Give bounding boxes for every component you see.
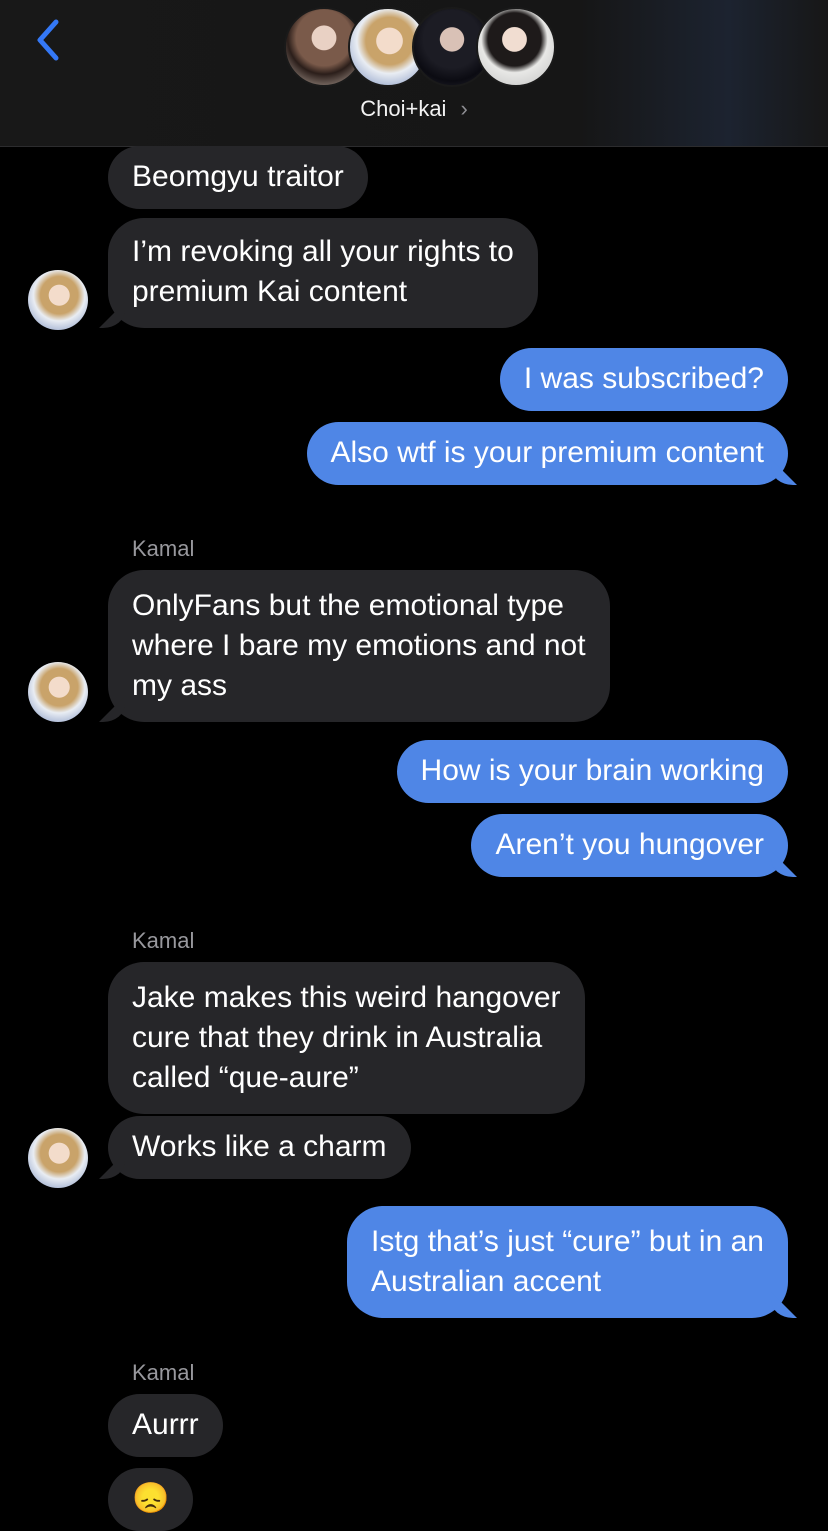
chevron-right-icon: › xyxy=(460,96,468,121)
group-name-label: Choi+kai xyxy=(360,96,447,121)
message-text: Also wtf is your premium content xyxy=(330,436,765,469)
message-bubble-sent[interactable]: Aren’t you hungover xyxy=(471,814,788,877)
message-bubble-sent[interactable]: Also wtf is your premium content xyxy=(306,422,788,485)
back-button[interactable] xyxy=(26,18,70,62)
avatar[interactable] xyxy=(28,270,88,330)
avatar[interactable] xyxy=(28,662,88,722)
message-bubble-received[interactable]: Jake makes this weird hangover cure that… xyxy=(108,962,585,1114)
message-bubble-received[interactable]: Beomgyu traitor xyxy=(108,146,368,209)
message-bubble-received[interactable]: 😞 xyxy=(108,1468,194,1531)
message-text-line: cure that they drink in Australia xyxy=(132,1021,543,1054)
message-text-line: premium Kai content xyxy=(132,275,408,308)
message-bubble-received[interactable]: Aurrr xyxy=(108,1394,223,1457)
message-text-line: my ass xyxy=(132,669,228,702)
message-text: Aren’t you hungover xyxy=(495,828,764,861)
group-avatars[interactable] xyxy=(284,7,556,89)
group-name[interactable]: Choi+kai › xyxy=(0,96,828,122)
message-bubble-received[interactable]: OnlyFans but the emotional type where I … xyxy=(108,570,610,722)
message-text: Beomgyu traitor xyxy=(132,160,344,193)
message-text: Aurrr xyxy=(132,1408,199,1441)
avatar[interactable] xyxy=(28,1128,88,1188)
message-text-line: Istg that’s just “cure” but in an xyxy=(371,1225,764,1258)
message-bubble-received[interactable]: Works like a charm xyxy=(108,1116,411,1179)
message-bubble-sent[interactable]: I was subscribed? xyxy=(499,348,788,411)
message-bubble-received[interactable]: I’m revoking all your rights to premium … xyxy=(108,218,538,328)
message-text-line: called “que-aure” xyxy=(132,1061,359,1094)
conversation-header: Choi+kai › xyxy=(0,0,828,147)
message-text: Works like a charm xyxy=(132,1130,387,1163)
message-text-line: Jake makes this weird hangover xyxy=(132,981,561,1014)
message-text-line: I’m revoking all your rights to xyxy=(132,235,514,268)
message-bubble-sent[interactable]: How is your brain working xyxy=(396,740,788,803)
message-text-line: Australian accent xyxy=(371,1265,602,1298)
sender-name: Kamal xyxy=(132,928,195,953)
sender-name: Kamal xyxy=(132,1360,195,1385)
message-bubble-sent[interactable]: Istg that’s just “cure” but in an Austra… xyxy=(347,1206,788,1318)
message-text: 😞 xyxy=(132,1482,170,1515)
chevron-left-icon xyxy=(37,19,59,61)
sender-name: Kamal xyxy=(132,536,195,561)
message-text: How is your brain working xyxy=(420,754,764,787)
message-text-line: OnlyFans but the emotional type xyxy=(132,589,564,622)
avatar xyxy=(476,7,556,87)
message-text-line: where I bare my emotions and not xyxy=(132,629,586,662)
message-text: I was subscribed? xyxy=(523,362,764,395)
